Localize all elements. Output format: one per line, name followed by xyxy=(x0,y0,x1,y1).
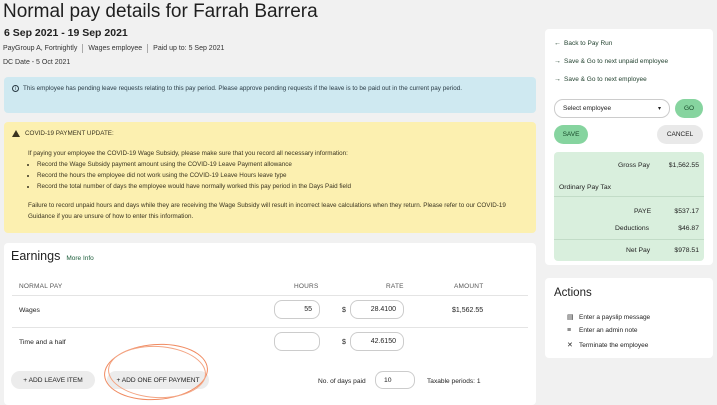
hours-input[interactable]: 55 xyxy=(274,300,320,319)
arrow-right-icon: → xyxy=(554,76,561,83)
currency-symbol: $ xyxy=(342,339,346,346)
save-next-employee-label: Save & Go to next employee xyxy=(564,76,647,83)
earnings-row: Time and a half $ 42.6150 xyxy=(12,327,528,357)
paid-up-to-text: Paid up to: 5 Sep 2021 xyxy=(153,45,225,52)
save-button[interactable]: SAVE xyxy=(554,125,588,144)
arrow-left-icon: ← xyxy=(554,40,561,47)
more-info-link[interactable]: More Info xyxy=(66,255,93,262)
save-next-employee-link[interactable]: → Save & Go to next employee xyxy=(554,76,647,83)
col-hours: HOURS xyxy=(294,283,319,290)
back-to-pay-run-link[interactable]: ← Back to Pay Run xyxy=(554,40,612,47)
actions-panel: Actions ▤ Enter a payslip message ≡ Ente… xyxy=(545,278,713,358)
covid-title: COVID-19 PAYMENT UPDATE: xyxy=(25,130,114,137)
note-icon: ≡ xyxy=(567,327,572,334)
paye-value: $537.17 xyxy=(674,208,699,215)
save-next-unpaid-label: Save & Go to next unpaid employee xyxy=(564,58,669,65)
covid-intro: If paying your employee the COVID-19 Wag… xyxy=(28,150,348,157)
hours-input[interactable] xyxy=(274,332,320,351)
select-employee-dropdown[interactable]: Select employee ▾ xyxy=(554,99,670,118)
admin-note-label: Enter an admin note xyxy=(579,327,638,334)
message-icon: ▤ xyxy=(567,314,574,321)
info-icon: i xyxy=(12,85,19,92)
caret-down-icon: ▾ xyxy=(657,106,661,112)
pending-leave-alert: i This employee has pending leave request… xyxy=(4,77,536,113)
gross-pay-value: $1,562.55 xyxy=(668,162,699,169)
net-pay-label: Net Pay xyxy=(626,247,651,254)
covid-bullet: Record the total number of days the empl… xyxy=(37,181,528,192)
payslip-message-action[interactable]: ▤ Enter a payslip message xyxy=(567,313,651,322)
covid-bullet: Record the Wage Subsidy payment amount u… xyxy=(37,159,528,170)
page-title: Normal pay details for Farrah Barrera xyxy=(3,1,318,22)
arrow-right-icon: → xyxy=(554,58,561,65)
col-normal-pay: NORMAL PAY xyxy=(19,283,63,290)
col-rate: RATE xyxy=(386,283,404,290)
earnings-heading: Earnings xyxy=(11,249,61,263)
covid-bullet: Record the hours the employee did not wo… xyxy=(37,170,528,181)
currency-symbol: $ xyxy=(342,307,346,314)
rate-input[interactable]: 42.6150 xyxy=(350,332,404,351)
sidebar-panel: ← Back to Pay Run → Save & Go to next un… xyxy=(545,29,713,265)
earnings-row: Wages 55 $ 28.4100 $1,562.55 xyxy=(12,295,528,325)
divider xyxy=(82,44,84,53)
divider xyxy=(554,196,704,197)
warning-icon xyxy=(12,130,20,137)
days-paid-label: No. of days paid xyxy=(318,378,366,385)
payslip-message-label: Enter a payslip message xyxy=(579,313,651,321)
ordinary-pay-tax-heading: Ordinary Pay Tax xyxy=(559,184,612,191)
covid-alert: COVID-19 PAYMENT UPDATE: If paying your … xyxy=(4,122,536,233)
amount-value: $1,562.55 xyxy=(452,307,484,314)
paygroup-text: PayGroup A, Fortnightly xyxy=(3,45,78,52)
paye-label: PAYE xyxy=(634,208,652,215)
rate-input[interactable]: 28.4100 xyxy=(350,300,404,319)
add-leave-item-button[interactable]: + ADD LEAVE ITEM xyxy=(11,371,95,389)
days-paid-input[interactable]: 10 xyxy=(375,371,415,389)
actions-heading: Actions xyxy=(554,287,592,299)
col-amount: AMOUNT xyxy=(454,283,484,290)
pending-leave-text: This employee has pending leave requests… xyxy=(23,85,462,92)
select-employee-value: Select employee xyxy=(563,105,612,112)
divider xyxy=(147,44,149,53)
dc-date-text: DC Date - 5 Oct 2021 xyxy=(3,59,71,66)
divider xyxy=(554,239,704,240)
back-to-pay-run-label: Back to Pay Run xyxy=(564,40,613,47)
earnings-panel: Earnings More Info NORMAL PAY HOURS RATE… xyxy=(4,243,536,405)
cancel-button[interactable]: CANCEL xyxy=(657,125,703,144)
gross-pay-label: Gross Pay xyxy=(618,162,650,169)
employee-meta: PayGroup A, Fortnightly Wages employee P… xyxy=(3,44,224,53)
close-icon: ✕ xyxy=(567,342,573,349)
covid-bullet-list: Record the Wage Subsidy payment amount u… xyxy=(37,159,528,192)
go-button[interactable]: GO xyxy=(675,99,703,118)
covid-footer: Failure to record unpaid hours and days … xyxy=(28,202,506,220)
pay-summary: Gross Pay $1,562.55 Ordinary Pay Tax PAY… xyxy=(554,152,704,261)
terminate-employee-label: Terminate the employee xyxy=(579,341,649,349)
taxable-periods-text: Taxable periods: 1 xyxy=(427,378,481,385)
date-range: 6 Sep 2021 - 19 Sep 2021 xyxy=(4,27,128,39)
admin-note-action[interactable]: ≡ Enter an admin note xyxy=(567,327,638,334)
terminate-employee-action[interactable]: ✕ Terminate the employee xyxy=(567,341,649,350)
pay-item-name: Wages xyxy=(19,307,40,314)
deductions-value: $46.87 xyxy=(678,225,699,232)
employee-type-text: Wages employee xyxy=(88,45,143,52)
deductions-label: Deductions xyxy=(615,225,650,232)
net-pay-value: $978.51 xyxy=(674,247,699,254)
save-next-unpaid-link[interactable]: → Save & Go to next unpaid employee xyxy=(554,58,668,65)
pay-item-name: Time and a half xyxy=(19,339,66,346)
